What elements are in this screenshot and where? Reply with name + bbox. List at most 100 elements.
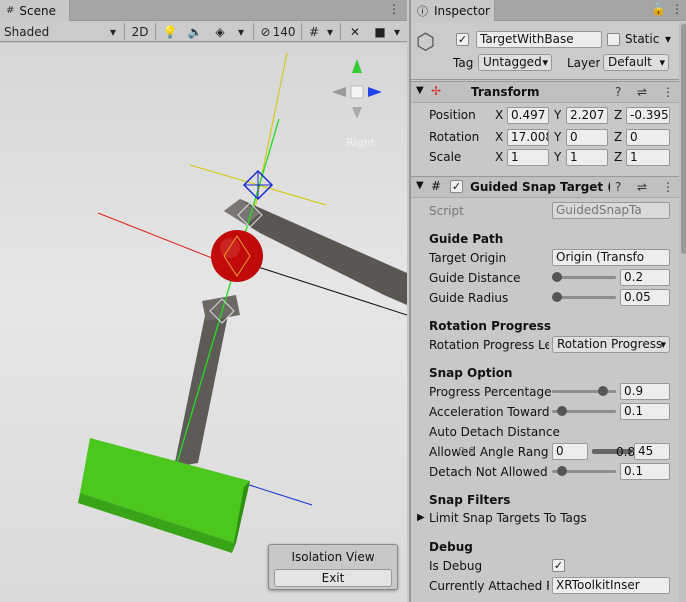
- help-icon[interactable]: ?: [615, 180, 621, 194]
- rotation-y-field[interactable]: 0: [566, 129, 608, 146]
- foldout-arrow-icon: ▼: [416, 85, 424, 96]
- allowed-angle-range-label: Allowed Angle Range: [429, 445, 549, 459]
- help-icon[interactable]: ?: [615, 85, 621, 99]
- currently-attached-field[interactable]: XRToolkitInser: [552, 577, 670, 594]
- guided-snap-header[interactable]: ▼ # ✓ Guided Snap Target (Sc ? ⇌ ⋮: [411, 176, 679, 198]
- position-x-label: X: [495, 108, 504, 122]
- inspector-tab[interactable]: ⓘ Inspector: [411, 0, 495, 21]
- scale-y-field[interactable]: 1: [566, 149, 608, 166]
- position-y-field[interactable]: 2.207: [566, 107, 608, 124]
- component-menu-icon[interactable]: ⋮: [662, 85, 674, 99]
- rotation-progress-len-label: Rotation Progress Len: [429, 338, 549, 352]
- inspector-scrollbar[interactable]: [679, 22, 686, 602]
- scene-viewport[interactable]: Right: [0, 43, 407, 602]
- guide-path-heading: Guide Path: [429, 232, 504, 246]
- is-debug-label: Is Debug: [429, 559, 483, 573]
- preset-icon[interactable]: ⇌: [637, 180, 647, 194]
- toolbar-divider: [340, 23, 341, 40]
- progress-percentage-field[interactable]: 0.9: [620, 383, 670, 400]
- inspector-tab-label: Inspector: [434, 3, 490, 18]
- camera-icon[interactable]: ■: [370, 21, 390, 42]
- gizmo-y-cone: [352, 59, 362, 73]
- guide-radius-slider-knob[interactable]: [552, 292, 562, 302]
- detach-not-allowed-field[interactable]: 0.1: [620, 463, 670, 480]
- currently-attached-label: Currently Attached Re: [429, 579, 549, 593]
- transform-header[interactable]: ▼ ✢ Transform ? ⇌ ⋮: [411, 81, 679, 103]
- audio-toggle-icon[interactable]: 🔈: [185, 21, 205, 42]
- scale-x-field[interactable]: 1: [507, 149, 549, 166]
- kebab-menu-icon[interactable]: ⋮: [671, 2, 683, 16]
- guide-distance-field[interactable]: 0.2: [620, 269, 670, 286]
- isolation-view-panel: Isolation View Exit: [268, 544, 398, 590]
- script-icon: #: [431, 179, 442, 193]
- lighting-toggle-icon[interactable]: 💡: [160, 21, 180, 42]
- scene-panel: # Scene ⋮ Shaded ▾ 2D 💡 🔈 ◈ ▾ ⊘ 140 # ▾ …: [0, 0, 407, 602]
- scale-z-label: Z: [614, 150, 623, 164]
- preset-icon[interactable]: ⇌: [637, 85, 647, 99]
- chevron-down-icon: ▾: [109, 24, 116, 39]
- foldout-arrow-icon[interactable]: ▶: [417, 512, 425, 523]
- scale-z-field[interactable]: 1: [626, 149, 670, 166]
- object-name-field[interactable]: TargetWithBase: [476, 31, 602, 48]
- shading-mode-dropdown[interactable]: Shaded ▾: [4, 21, 120, 42]
- eye-slash-icon: ⊘: [260, 24, 271, 39]
- script-label: Script: [429, 204, 464, 218]
- scrollbar-thumb[interactable]: [681, 24, 686, 254]
- scene-visibility-toggle[interactable]: ⊘ 140: [257, 21, 299, 42]
- active-checkbox[interactable]: ✓: [456, 33, 469, 46]
- component-enabled-checkbox[interactable]: ✓: [450, 180, 463, 193]
- acceleration-label: Acceleration Towards: [429, 405, 549, 419]
- guide-distance-slider-knob[interactable]: [552, 272, 562, 282]
- camera-dropdown-icon[interactable]: ▾: [390, 21, 404, 42]
- static-dropdown-icon[interactable]: ▾: [665, 32, 671, 46]
- inspector-panel: ⓘ Inspector 🔒 ⋮ ⬡ ✓ TargetWithBase Stati…: [409, 0, 686, 602]
- toolbar-divider: [253, 23, 254, 40]
- cube-icon: ⬡: [416, 30, 436, 55]
- acceleration-slider-knob[interactable]: [557, 406, 567, 416]
- rotation-z-field[interactable]: 0: [626, 129, 670, 146]
- detach-not-allowed-slider-knob[interactable]: [557, 466, 567, 476]
- limit-snap-targets-foldout[interactable]: Limit Snap Targets To Tags: [429, 511, 587, 525]
- gizmo-x-cone: [368, 87, 382, 97]
- toolbar-divider: [301, 23, 302, 40]
- scene-render: [78, 52, 407, 553]
- kebab-menu-icon[interactable]: ⋮: [388, 2, 400, 16]
- green-guide-line: [176, 118, 280, 464]
- component-menu-icon[interactable]: ⋮: [662, 180, 674, 194]
- 2d-toggle-button[interactable]: 2D: [128, 21, 152, 42]
- rotation-label: Rotation: [429, 130, 480, 144]
- unity-editor: # Scene ⋮ Shaded ▾ 2D 💡 🔈 ◈ ▾ ⊘ 140 # ▾ …: [0, 0, 686, 602]
- orientation-gizmo[interactable]: [332, 59, 382, 119]
- scene-tab[interactable]: # Scene: [0, 0, 70, 21]
- static-checkbox[interactable]: [607, 33, 620, 46]
- progress-percentage-label: Progress Percentage: [429, 385, 552, 399]
- scale-label: Scale: [429, 150, 462, 164]
- allowed-angle-min-field[interactable]: 0: [552, 443, 588, 460]
- guide-radius-field[interactable]: 0.05: [620, 289, 670, 306]
- is-debug-checkbox[interactable]: ✓: [552, 559, 565, 572]
- gizmo-neg-y-cone: [352, 107, 362, 119]
- progress-percentage-slider-knob[interactable]: [598, 386, 608, 396]
- allowed-angle-max-field[interactable]: 45: [634, 443, 670, 460]
- grid-toggle-icon[interactable]: #: [305, 21, 323, 42]
- position-x-field[interactable]: 0.497: [507, 107, 549, 124]
- grid-icon: #: [6, 5, 15, 16]
- toolbar-divider: [124, 23, 125, 40]
- lock-icon[interactable]: 🔒: [651, 2, 666, 16]
- acceleration-field[interactable]: 0.1: [620, 403, 670, 420]
- allowed-angle-mid-value: 0.8: [616, 445, 636, 459]
- effects-dropdown-icon[interactable]: ▾: [232, 21, 250, 42]
- target-origin-field[interactable]: Origin (Transfo: [552, 249, 670, 266]
- tag-dropdown[interactable]: Untagged: [478, 54, 552, 71]
- tools-icon[interactable]: ✕: [345, 21, 365, 42]
- rotation-z-label: Z: [614, 130, 623, 144]
- scene-tab-label: Scene: [19, 3, 56, 18]
- debug-heading: Debug: [429, 540, 473, 554]
- effects-toggle-icon[interactable]: ◈: [210, 21, 230, 42]
- layer-dropdown[interactable]: Default: [603, 54, 669, 71]
- exit-isolation-button[interactable]: Exit: [274, 569, 392, 587]
- grid-dropdown-icon[interactable]: ▾: [323, 21, 337, 42]
- position-z-field[interactable]: -0.395: [626, 107, 670, 124]
- rotation-x-field[interactable]: 17.008: [507, 129, 549, 146]
- rotation-progress-dropdown[interactable]: Rotation Progress: [552, 336, 670, 353]
